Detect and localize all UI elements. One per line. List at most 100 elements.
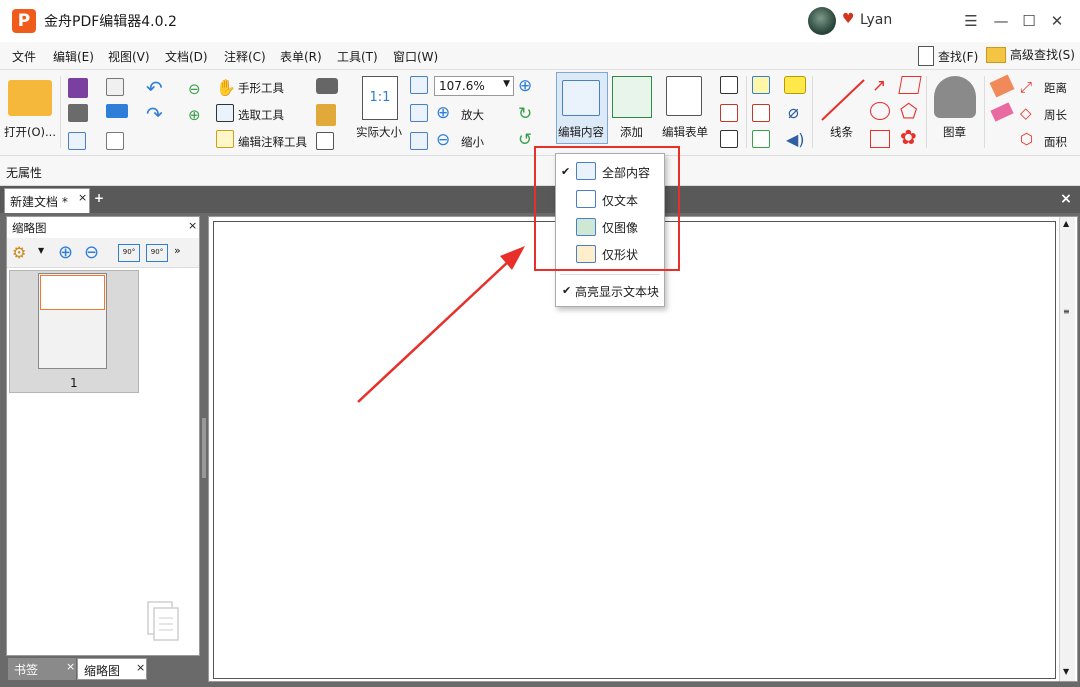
page-icon[interactable] [316, 132, 334, 150]
thumbnail-viewport[interactable] [40, 275, 105, 310]
rotate-cw-icon[interactable]: ↻ [518, 104, 532, 124]
scroll-down-icon[interactable]: ▼ [1063, 667, 1069, 676]
zoom-out-thumb-icon[interactable]: ⊖ [84, 242, 99, 263]
advanced-find-label: 高级查找(S) [1010, 48, 1075, 62]
polyline-icon[interactable] [898, 76, 922, 94]
camera-icon[interactable] [316, 78, 338, 94]
zoom-select[interactable]: 107.6% ▼ [434, 76, 514, 96]
menu-document[interactable]: 文档(D) [165, 48, 208, 65]
attachment-icon[interactable]: ⌀ [788, 102, 799, 123]
open-label[interactable]: 打开(O)... [4, 124, 56, 140]
menu-file[interactable]: 文件 [12, 48, 36, 65]
arrow-icon[interactable]: ↗ [872, 76, 886, 96]
rotate-ccw-icon[interactable]: ↺ [518, 130, 532, 150]
menu-form[interactable]: 表单(R) [280, 48, 322, 65]
distance-label[interactable]: 距离 [1044, 80, 1067, 96]
polygon-icon[interactable]: ⬠ [900, 101, 917, 121]
print-icon[interactable] [68, 104, 88, 122]
select-text-icon [216, 104, 234, 122]
email-icon[interactable] [106, 78, 124, 96]
zoom-in-thumb-icon[interactable]: ⊕ [58, 242, 73, 263]
edit-annotation-tool-label[interactable]: 编辑注释工具 [238, 134, 307, 150]
strikeout-icon[interactable] [752, 104, 770, 122]
rotate-left-icon[interactable]: 90° [118, 244, 140, 262]
edit-form-label[interactable]: 编辑表单 [662, 124, 708, 140]
perimeter-label[interactable]: 周长 [1044, 107, 1067, 123]
zoom-tool-icon[interactable]: ⊕ [518, 76, 532, 96]
text-box-icon[interactable] [720, 76, 738, 94]
add-label[interactable]: 添加 [620, 124, 643, 140]
find-button[interactable]: 查找(F) [918, 46, 978, 66]
edit-content-label[interactable]: 编辑内容 [558, 124, 604, 140]
scan-icon[interactable] [106, 104, 128, 118]
menu-icon[interactable]: ☰ [960, 10, 982, 32]
fit-page-icon[interactable] [410, 76, 428, 94]
zoom-value: 107.6% [439, 79, 485, 93]
gear-icon[interactable]: ⚙ [12, 243, 26, 262]
user-name[interactable]: Lyan [860, 12, 892, 28]
actual-size-label[interactable]: 实际大小 [356, 124, 402, 140]
close-button[interactable]: ✕ [1046, 10, 1068, 32]
scroll-thumb[interactable]: ≡ [1063, 307, 1070, 316]
close-document-icon[interactable]: × [1058, 191, 1074, 207]
add-content-icon[interactable] [612, 76, 652, 118]
panel-close-icon[interactable]: × [188, 219, 197, 232]
hand-tool-label[interactable]: 手形工具 [238, 80, 284, 96]
rectangle-icon[interactable] [870, 130, 890, 148]
typewriter-icon[interactable] [752, 76, 770, 94]
redo-icon[interactable]: ↷ [146, 102, 163, 126]
stamp-label[interactable]: 图章 [943, 124, 966, 140]
area-label[interactable]: 面积 [1044, 134, 1067, 150]
rotate-right-icon[interactable]: 90° [146, 244, 168, 262]
advanced-find-button[interactable]: 高级查找(S) [986, 46, 1075, 63]
maximize-button[interactable]: ☐ [1018, 10, 1040, 32]
underline-icon[interactable] [752, 130, 770, 148]
new-tab-button[interactable]: + [92, 191, 106, 205]
chevron-down-icon[interactable]: ▼ [38, 246, 44, 255]
menu-edit[interactable]: 编辑(E) [53, 48, 94, 65]
tab-close-icon[interactable]: × [78, 191, 87, 204]
menu-tools[interactable]: 工具(T) [337, 48, 378, 65]
user-avatar[interactable] [808, 7, 836, 35]
line-label[interactable]: 线条 [830, 124, 853, 140]
open-folder-icon[interactable] [8, 80, 52, 116]
new-document-icon[interactable] [106, 132, 124, 150]
tab-thumbnails[interactable]: 缩略图 × [77, 658, 147, 680]
tab-thumbnails-label: 缩略图 [84, 664, 121, 678]
dropdown-item-highlight-text-blocks[interactable]: 高亮显示文本块 [575, 283, 659, 300]
minimize-button[interactable]: — [990, 10, 1012, 32]
ellipse-icon[interactable] [870, 102, 890, 120]
tab-close-icon[interactable]: × [66, 660, 75, 673]
forward-icon[interactable]: ⊕ [188, 106, 201, 124]
menu-comment[interactable]: 注释(C) [224, 48, 266, 65]
fit-width-icon[interactable] [410, 104, 428, 122]
stamp-icon[interactable] [934, 76, 976, 118]
select-tool-label[interactable]: 选取工具 [238, 107, 284, 123]
line-icon[interactable] [818, 76, 868, 124]
panel-splitter[interactable] [202, 418, 206, 478]
more-icon[interactable]: » [174, 244, 181, 257]
zoom-out-label[interactable]: 缩小 [461, 134, 484, 150]
zoom-in-label[interactable]: 放大 [461, 107, 484, 123]
actual-size-icon[interactable]: 1:1 [362, 76, 398, 120]
fit-visible-icon[interactable] [410, 132, 428, 150]
text-field-icon[interactable] [720, 104, 738, 122]
scroll-up-icon[interactable]: ▲ [1063, 219, 1069, 228]
undo-icon[interactable]: ↶ [146, 76, 163, 100]
sound-icon[interactable]: ◀) [786, 130, 805, 149]
vertical-scrollbar[interactable]: ▲ ≡ ▼ [1059, 217, 1075, 681]
edit-form-icon[interactable] [666, 76, 702, 116]
tab-close-icon[interactable]: × [136, 661, 145, 674]
menu-window[interactable]: 窗口(W) [393, 48, 438, 65]
menu-view[interactable]: 视图(V) [108, 48, 150, 65]
zoom-in-icon[interactable]: ⊕ [436, 103, 450, 123]
note-icon[interactable] [784, 76, 806, 94]
export-icon[interactable] [68, 132, 86, 150]
zoom-out-icon[interactable]: ⊖ [436, 130, 450, 150]
callout-text-icon[interactable] [720, 130, 738, 148]
back-icon[interactable]: ⊖ [188, 80, 201, 98]
cloud-icon[interactable]: ✿ [900, 127, 917, 147]
paste-icon[interactable] [316, 104, 336, 126]
tab-bookmarks[interactable]: 书签 × [8, 658, 76, 680]
save-icon[interactable] [68, 78, 88, 98]
